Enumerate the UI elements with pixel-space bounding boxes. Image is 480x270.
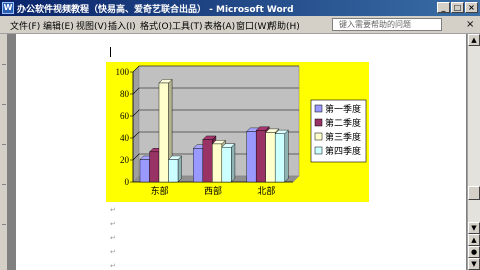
menu-table[interactable]: 表格(A) bbox=[204, 19, 235, 32]
legend-swatch bbox=[314, 132, 323, 141]
bar-side bbox=[231, 143, 236, 183]
bar bbox=[202, 139, 213, 183]
legend-swatch bbox=[314, 118, 323, 127]
x-tick-label: 北部 bbox=[257, 185, 275, 196]
paragraph-mark: ↵ bbox=[110, 220, 116, 228]
bar bbox=[212, 143, 223, 183]
legend-label: 第四季度 bbox=[325, 145, 361, 156]
next-page-button[interactable]: ▼ bbox=[468, 258, 480, 270]
paragraph-mark: ↵ bbox=[110, 262, 116, 270]
legend-swatch bbox=[314, 104, 323, 113]
vertical-ruler bbox=[0, 34, 8, 270]
menu-file[interactable]: 文件(F) bbox=[10, 19, 40, 32]
close-button[interactable]: × bbox=[465, 2, 478, 13]
menu-tools[interactable]: 工具(T) bbox=[172, 19, 203, 32]
menu-edit[interactable]: 编辑(E) bbox=[43, 19, 74, 32]
help-search-input[interactable]: 键入需要帮助的问题 bbox=[332, 18, 442, 31]
plot-side-wall bbox=[132, 65, 140, 183]
y-tick-label: 40 bbox=[120, 133, 130, 143]
legend-swatch bbox=[314, 146, 323, 155]
y-tick-label: 0 bbox=[125, 177, 130, 187]
menu-window[interactable]: 窗口(W) bbox=[236, 19, 270, 32]
bar bbox=[158, 82, 169, 183]
legend-label: 第三季度 bbox=[325, 131, 361, 142]
bar bbox=[265, 132, 276, 183]
y-tick-label: 80 bbox=[120, 89, 130, 99]
legend-label: 第一季度 bbox=[325, 103, 361, 114]
bar bbox=[221, 147, 232, 183]
bar bbox=[139, 159, 150, 183]
title-bar: W 办公软件视频教程（快易高、爱奇艺联合出品） - Microsoft Word… bbox=[0, 0, 480, 16]
bar bbox=[193, 148, 204, 183]
embedded-chart[interactable]: 0 20 40 60 80 100 东部 西部 北部 第一季度第二季度第三季度第四季度 bbox=[106, 62, 369, 202]
menu-insert[interactable]: 插入(I) bbox=[108, 19, 136, 32]
word-app-icon: W bbox=[2, 2, 14, 14]
bar-side bbox=[177, 155, 182, 183]
x-tick-label: 东部 bbox=[151, 185, 169, 196]
vertical-scrollbar[interactable]: ▲ ▼ ▲ ● ▼ bbox=[467, 34, 480, 270]
y-tick-label: 20 bbox=[120, 155, 130, 165]
menu-help[interactable]: 帮助(H) bbox=[268, 19, 300, 32]
x-tick-label: 西部 bbox=[204, 185, 222, 196]
bar-side bbox=[284, 129, 289, 183]
text-cursor bbox=[110, 47, 111, 57]
document-close-icon[interactable]: × bbox=[466, 19, 474, 30]
chart-svg: 0 20 40 60 80 100 东部 西部 北部 第一季度第二季度第三季度第四季度 bbox=[106, 62, 369, 202]
bar bbox=[149, 151, 160, 183]
paragraph-mark: ↵ bbox=[110, 248, 116, 256]
paragraph-mark: ↵ bbox=[110, 234, 116, 242]
bar bbox=[246, 131, 257, 183]
paragraph-mark: ↵ bbox=[110, 206, 116, 214]
window-title: 办公软件视频教程（快易高、爱奇艺联合出品） - Microsoft Word bbox=[17, 5, 294, 15]
bar bbox=[255, 130, 266, 183]
scroll-thumb[interactable] bbox=[468, 186, 480, 200]
y-tick-label: 100 bbox=[116, 67, 130, 77]
previous-page-button[interactable]: ▲ bbox=[468, 234, 480, 246]
menu-bar: 文件(F) 编辑(E) 视图(V) 插入(I) 格式(O) 工具(T) 表格(A… bbox=[0, 16, 480, 34]
bar bbox=[168, 159, 179, 183]
y-tick-label: 60 bbox=[120, 111, 130, 121]
maximize-button[interactable]: □ bbox=[451, 2, 464, 13]
menu-format[interactable]: 格式(O) bbox=[140, 19, 172, 32]
scroll-up-button[interactable]: ▲ bbox=[468, 34, 480, 46]
scroll-down-button[interactable]: ▼ bbox=[468, 222, 480, 234]
menu-view[interactable]: 视图(V) bbox=[76, 19, 107, 32]
bar bbox=[274, 133, 285, 183]
select-browse-object-button[interactable]: ● bbox=[468, 246, 480, 258]
minimize-button[interactable]: _ bbox=[437, 2, 450, 13]
legend-label: 第二季度 bbox=[325, 117, 361, 128]
